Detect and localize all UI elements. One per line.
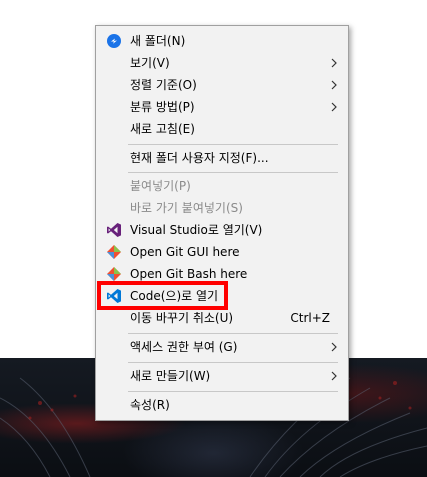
chevron-right-icon: [331, 80, 337, 90]
menu-item-properties[interactable]: 속성(R): [96, 394, 348, 416]
menu-item-refresh[interactable]: 새로 고침(E): [96, 118, 348, 140]
shortcut-text: Ctrl+Z: [290, 311, 330, 325]
menu-item-group-by[interactable]: 분류 방법(P): [96, 96, 348, 118]
git-icon: [106, 266, 122, 282]
red-highlight-box: [97, 281, 228, 310]
menu-separator: [128, 362, 338, 363]
visual-studio-icon: [106, 222, 122, 238]
menu-separator: [128, 144, 338, 145]
menu-item-undo-move[interactable]: 이동 바꾸기 취소(U) Ctrl+Z: [96, 307, 348, 329]
chevron-right-icon: [331, 342, 337, 352]
menu-item-open-visual-studio[interactable]: Visual Studio로 열기(V): [96, 219, 348, 241]
chevron-right-icon: [331, 371, 337, 381]
menu-item-new-folder[interactable]: 새 폴더(N): [96, 30, 348, 52]
menu-item-paste: 붙여넣기(P): [130, 179, 191, 193]
menu-separator: [128, 172, 338, 173]
menu-item-git-gui[interactable]: Open Git GUI here: [96, 241, 348, 263]
context-menu: 새 폴더(N) 보기(V) 정렬 기준(O) 분류 방법(P) 새로 고침(E)…: [95, 25, 349, 421]
menu-item-customize-folder[interactable]: 현재 폴더 사용자 지정(F)...: [96, 147, 348, 169]
menu-item-new[interactable]: 새로 만들기(W): [96, 365, 348, 387]
menu-item-view[interactable]: 보기(V): [96, 52, 348, 74]
menu-item-give-access[interactable]: 액세스 권한 부여 (G): [96, 336, 348, 358]
menu-separator: [128, 333, 338, 334]
menu-item-sort-by[interactable]: 정렬 기준(O): [96, 74, 348, 96]
menu-separator: [128, 391, 338, 392]
new-folder-icon: [106, 33, 122, 49]
chevron-right-icon: [331, 58, 337, 68]
chevron-right-icon: [331, 102, 337, 112]
menu-item-paste-shortcut: 바로 가기 붙여넣기(S): [130, 201, 243, 215]
git-icon: [106, 244, 122, 260]
